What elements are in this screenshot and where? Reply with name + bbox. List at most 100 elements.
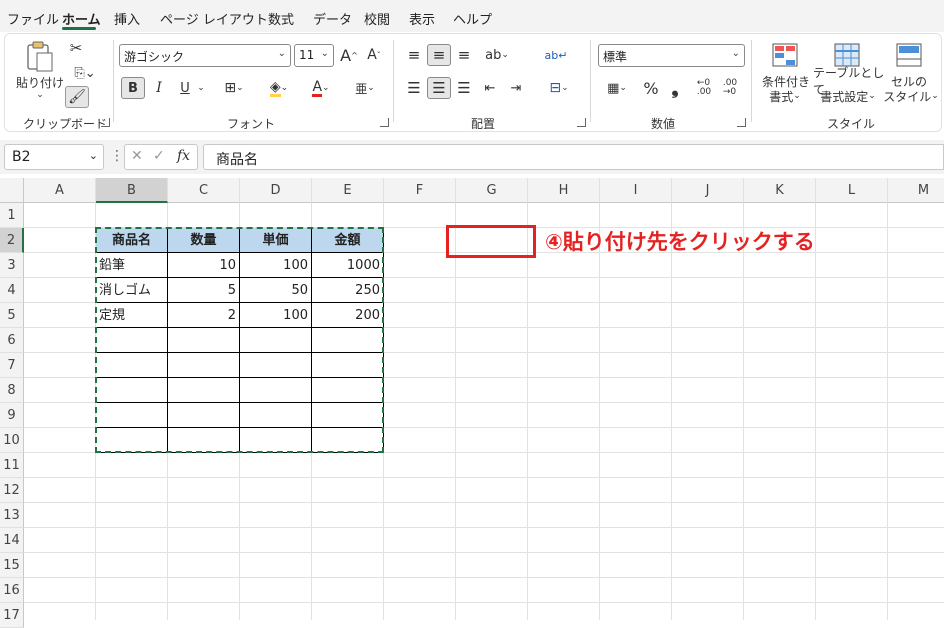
- row-header-1[interactable]: 1: [0, 203, 24, 228]
- orientation-icon[interactable]: ab ⌄: [481, 44, 513, 66]
- font-color-icon[interactable]: A ⌄: [303, 77, 339, 99]
- menu-formulas[interactable]: 数式: [268, 9, 294, 28]
- table-header-cell[interactable]: 商品名: [96, 228, 168, 253]
- chevron-down-icon[interactable]: ⌄: [33, 89, 47, 101]
- increase-decimal-icon[interactable]: ←0.00: [693, 77, 715, 99]
- row-header-9[interactable]: 9: [0, 403, 24, 428]
- row-header-2[interactable]: 2: [0, 228, 24, 253]
- cell-styles-icon[interactable]: [895, 42, 923, 68]
- conditional-formatting-label2[interactable]: 書式 ⌄: [763, 89, 807, 104]
- table-cell-b3[interactable]: 鉛筆: [96, 253, 168, 278]
- menu-file[interactable]: ファイル: [7, 9, 59, 28]
- copy-icon[interactable]: ⎘⌄: [67, 64, 103, 82]
- clipboard-launcher-icon[interactable]: [101, 118, 110, 127]
- cell-styles-label2[interactable]: スタイル ⌄: [883, 89, 939, 104]
- fill-color-icon[interactable]: ◈ ⌄: [261, 77, 297, 99]
- column-header-k[interactable]: K: [744, 178, 816, 203]
- table-cell-c3[interactable]: 10: [168, 253, 240, 278]
- table-cell-d9[interactable]: [240, 403, 312, 428]
- format-painter-icon[interactable]: 🖌: [65, 86, 89, 108]
- align-center-icon[interactable]: ☰: [427, 77, 451, 99]
- table-cell-b6[interactable]: [96, 328, 168, 353]
- column-header-d[interactable]: D: [240, 178, 312, 203]
- merge-center-icon[interactable]: ⊟ ⌄: [541, 77, 577, 99]
- conditional-formatting-label[interactable]: 条件付き: [759, 74, 813, 89]
- formula-input[interactable]: 商品名: [203, 144, 944, 170]
- table-cell-b7[interactable]: [96, 353, 168, 378]
- comma-button[interactable]: ❟: [667, 77, 683, 99]
- chevron-down-icon[interactable]: ⌄: [195, 77, 207, 99]
- table-cell-b10[interactable]: [96, 428, 168, 453]
- table-header-cell[interactable]: 単価: [240, 228, 312, 253]
- table-cell-c8[interactable]: [168, 378, 240, 403]
- number-format-select[interactable]: 標準 ⌄: [598, 44, 745, 67]
- font-name-select[interactable]: 游ゴシック ⌄: [119, 44, 291, 67]
- borders-icon[interactable]: ⊞ ⌄: [217, 77, 251, 99]
- font-size-select[interactable]: 11 ⌄: [294, 44, 334, 67]
- align-middle-icon[interactable]: ≡: [427, 44, 451, 66]
- table-cell-d5[interactable]: 100: [240, 303, 312, 328]
- format-as-table-label[interactable]: テーブルとして: [813, 66, 885, 97]
- menu-insert[interactable]: 挿入: [114, 9, 140, 28]
- table-cell-e9[interactable]: [312, 403, 384, 428]
- align-left-icon[interactable]: ☰: [403, 77, 425, 99]
- table-cell-e7[interactable]: [312, 353, 384, 378]
- column-header-j[interactable]: J: [672, 178, 744, 203]
- underline-button[interactable]: U: [175, 77, 195, 99]
- row-header-3[interactable]: 3: [0, 253, 24, 278]
- row-header-13[interactable]: 13: [0, 503, 24, 528]
- select-all-corner[interactable]: [0, 178, 24, 203]
- column-header-c[interactable]: C: [168, 178, 240, 203]
- column-header-g[interactable]: G: [456, 178, 528, 203]
- format-as-table-label2[interactable]: 書式設定 ⌄: [815, 89, 881, 104]
- column-header-m[interactable]: M: [888, 178, 944, 203]
- italic-button[interactable]: I: [149, 77, 169, 99]
- row-header-14[interactable]: 14: [0, 528, 24, 553]
- menu-page-layout[interactable]: ページ レイアウト: [160, 9, 268, 28]
- enter-icon[interactable]: ✓: [153, 148, 165, 164]
- name-box[interactable]: B2 ⌄: [4, 144, 104, 170]
- cancel-icon[interactable]: ✕: [131, 148, 143, 164]
- column-header-h[interactable]: H: [528, 178, 600, 203]
- row-header-12[interactable]: 12: [0, 478, 24, 503]
- menu-view[interactable]: 表示: [409, 9, 435, 28]
- menu-home[interactable]: ホーム: [62, 9, 101, 28]
- more-options-icon[interactable]: ⋮: [110, 148, 124, 164]
- paste-label[interactable]: 貼り付け: [15, 74, 65, 90]
- table-cell-e6[interactable]: [312, 328, 384, 353]
- row-header-8[interactable]: 8: [0, 378, 24, 403]
- row-header-5[interactable]: 5: [0, 303, 24, 328]
- bold-button[interactable]: B: [121, 77, 145, 99]
- row-header-6[interactable]: 6: [0, 328, 24, 353]
- table-cell-b4[interactable]: 消しゴム: [96, 278, 168, 303]
- table-cell-c4[interactable]: 5: [168, 278, 240, 303]
- table-cell-b5[interactable]: 定規: [96, 303, 168, 328]
- table-cell-e4[interactable]: 250: [312, 278, 384, 303]
- increase-font-icon[interactable]: A ^: [338, 44, 360, 66]
- scissors-icon[interactable]: ✂: [67, 39, 85, 57]
- align-right-icon[interactable]: ☰: [453, 77, 475, 99]
- column-header-l[interactable]: L: [816, 178, 888, 203]
- number-launcher-icon[interactable]: [737, 118, 746, 127]
- currency-icon[interactable]: ▦ ⌄: [599, 77, 635, 99]
- table-header-cell[interactable]: 金額: [312, 228, 384, 253]
- row-header-11[interactable]: 11: [0, 453, 24, 478]
- align-bottom-icon[interactable]: ≡: [453, 44, 475, 66]
- table-cell-c9[interactable]: [168, 403, 240, 428]
- row-header-17[interactable]: 17: [0, 603, 24, 628]
- table-cell-b8[interactable]: [96, 378, 168, 403]
- table-cell-d8[interactable]: [240, 378, 312, 403]
- table-header-cell[interactable]: 数量: [168, 228, 240, 253]
- menu-help[interactable]: ヘルプ: [453, 9, 492, 28]
- align-top-icon[interactable]: ≡: [403, 44, 425, 66]
- table-cell-c10[interactable]: [168, 428, 240, 453]
- table-cell-e10[interactable]: [312, 428, 384, 453]
- decrease-font-icon[interactable]: Aˇ: [363, 44, 385, 66]
- cell-styles-label[interactable]: セルの: [887, 74, 931, 89]
- row-header-7[interactable]: 7: [0, 353, 24, 378]
- font-launcher-icon[interactable]: [380, 118, 389, 127]
- menu-data[interactable]: データ: [313, 9, 352, 28]
- increase-indent-icon[interactable]: ⇥: [505, 77, 527, 99]
- menu-review[interactable]: 校閲: [364, 9, 390, 28]
- table-cell-e5[interactable]: 200: [312, 303, 384, 328]
